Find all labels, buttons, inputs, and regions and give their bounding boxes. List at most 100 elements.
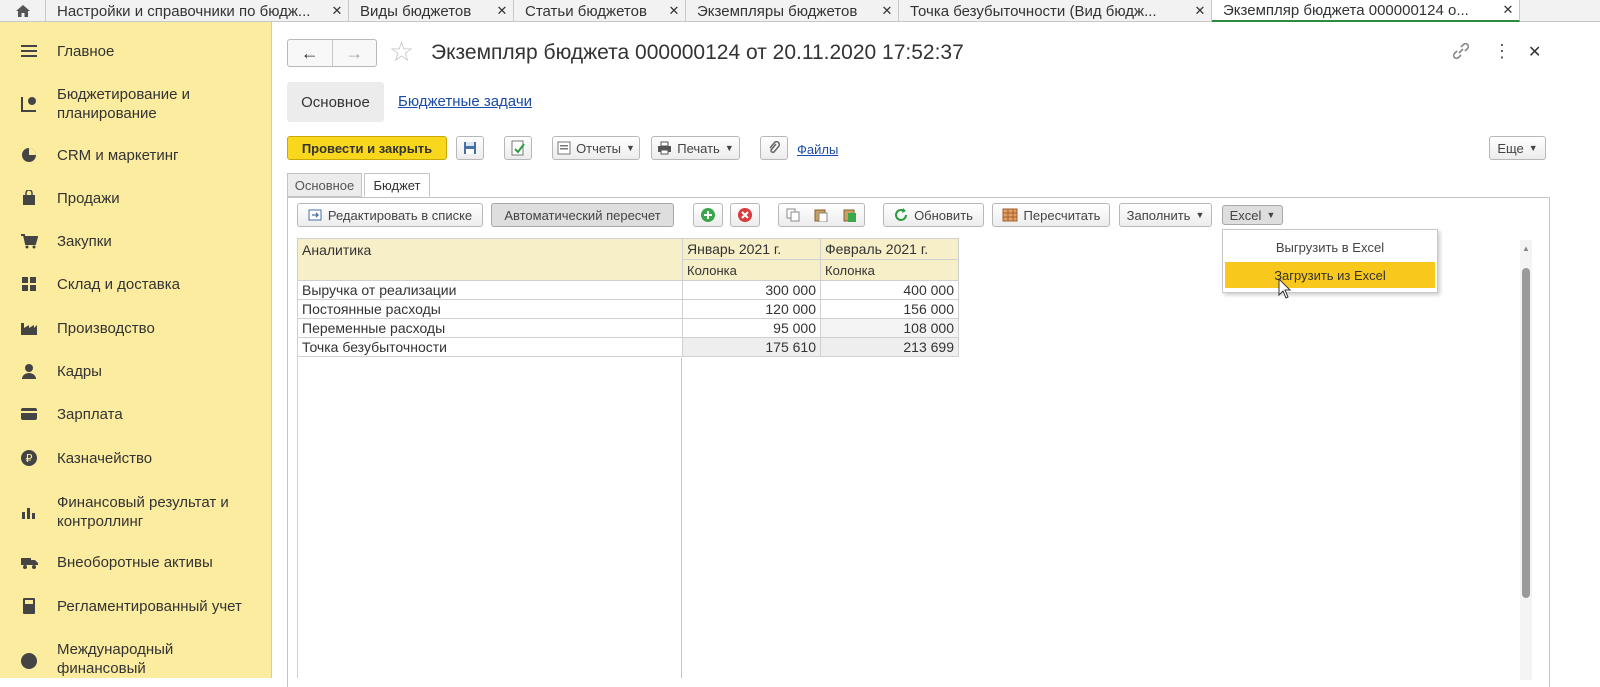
back-button[interactable]: ←	[288, 40, 333, 66]
window-tab[interactable]: Точка безубыточности (Вид бюдж... ✕	[899, 0, 1212, 22]
window-tab[interactable]: Статьи бюджетов ✕	[514, 0, 686, 22]
close-tab-icon[interactable]: ✕	[1189, 3, 1211, 19]
sidebar-item-regulated[interactable]: Регламентированный учет	[0, 587, 271, 625]
window-tab-bar: Настройки и справочники по бюдж... ✕ Виды…	[0, 0, 1600, 22]
reports-button[interactable]: Отчеты ▼	[552, 136, 640, 160]
bag-icon	[20, 189, 38, 207]
sidebar-item-international[interactable]: Международный финансовый	[0, 638, 271, 678]
edit-list-icon	[308, 209, 322, 221]
excel-button[interactable]: Excel ▼	[1222, 205, 1283, 225]
close-tab-icon[interactable]: ✕	[1497, 2, 1519, 18]
reports-icon	[557, 141, 571, 155]
sidebar-item-budgeting[interactable]: Бюджетирование и планирование	[0, 82, 271, 126]
formtab-budget-tasks[interactable]: Бюджетные задачи	[398, 93, 532, 110]
print-button[interactable]: Печать ▼	[651, 136, 740, 160]
paste-icon[interactable]	[814, 208, 828, 222]
table-row[interactable]: Выручка от реализации 300 000 400 000	[297, 280, 959, 300]
cell-value[interactable]: 108 000	[820, 318, 959, 338]
clipboard-buttons	[778, 203, 865, 227]
post-button[interactable]	[504, 136, 532, 160]
table-row[interactable]: Постоянные расходы 120 000 156 000	[297, 299, 959, 319]
cell-value[interactable]: 95 000	[682, 318, 821, 338]
refresh-icon	[895, 208, 908, 221]
menu-item-export-excel[interactable]: Выгрузить в Excel	[1223, 234, 1437, 260]
sidebar-item-purchases[interactable]: Закупки	[0, 222, 271, 260]
more-button[interactable]: Еще ▼	[1489, 136, 1546, 160]
column-subheader: Колонка	[820, 259, 959, 281]
attach-button[interactable]	[760, 136, 788, 160]
favorite-star-icon[interactable]: ☆	[389, 38, 414, 66]
edit-in-list-button[interactable]: Редактировать в списке	[297, 203, 483, 227]
table-row[interactable]: Переменные расходы 95 000 108 000	[297, 318, 959, 338]
more-icon[interactable]: ⋮	[1493, 41, 1511, 62]
post-close-button[interactable]: Провести и закрыть	[287, 136, 447, 160]
sidebar-item-warehouse[interactable]: Склад и доставка	[0, 265, 271, 303]
row-label: Точка безубыточности	[297, 337, 683, 357]
budget-icon	[20, 95, 38, 113]
cell-value[interactable]: 400 000	[820, 280, 959, 300]
page-title: Экземпляр бюджета 000000124 от 20.11.202…	[431, 41, 964, 64]
person-icon	[20, 362, 38, 380]
sidebar-item-main[interactable]: Главное	[0, 32, 271, 70]
close-tab-icon[interactable]: ✕	[876, 3, 898, 19]
window-tab[interactable]: Настройки и справочники по бюдж... ✕	[46, 0, 349, 22]
sidebar-item-salary[interactable]: Зарплата	[0, 395, 271, 433]
menu-item-import-excel[interactable]: Загрузить из Excel	[1225, 262, 1435, 288]
add-row-button[interactable]	[693, 203, 723, 227]
home-button[interactable]	[0, 0, 46, 22]
scrollbar-thumb[interactable]	[1522, 268, 1530, 598]
sidebar-item-hr[interactable]: Кадры	[0, 352, 271, 390]
row-label: Переменные расходы	[297, 318, 683, 338]
column-divider	[681, 358, 682, 678]
copy-icon[interactable]	[786, 208, 800, 222]
cell-value[interactable]: 120 000	[682, 299, 821, 319]
paperclip-icon	[769, 140, 781, 154]
cell-value[interactable]: 156 000	[820, 299, 959, 319]
mouse-cursor-icon	[1278, 278, 1292, 299]
header-analytics: Аналитика	[297, 238, 683, 281]
sidebar-item-crm[interactable]: CRM и маркетинг	[0, 136, 271, 174]
budget-table: Аналитика Январь 2021 г. Февраль 2021 г.…	[297, 238, 959, 357]
sidebar-item-financial[interactable]: Финансовый результат и контроллинг	[0, 490, 271, 534]
ruble-icon: ₽	[20, 449, 38, 467]
row-label: Выручка от реализации	[297, 280, 683, 300]
close-tab-icon[interactable]: ✕	[491, 3, 513, 19]
scroll-up-icon[interactable]: ▲	[1522, 244, 1530, 253]
paste-special-icon[interactable]	[843, 208, 857, 222]
window-tab-active[interactable]: Экземпляр бюджета 000000124 о... ✕	[1212, 0, 1520, 22]
auto-recalc-toggle[interactable]: Автоматический пересчет	[491, 203, 674, 227]
save-button[interactable]	[456, 136, 484, 160]
menu-icon	[20, 42, 38, 60]
close-tab-icon[interactable]: ✕	[663, 3, 685, 19]
home-icon	[15, 5, 30, 17]
sidebar-item-sales[interactable]: Продажи	[0, 179, 271, 217]
forward-button[interactable]: →	[333, 40, 377, 66]
truck-icon	[20, 553, 38, 571]
table-row[interactable]: Точка безубыточности 175 610 213 699	[297, 337, 959, 357]
fill-button[interactable]: Заполнить ▼	[1119, 203, 1212, 227]
factory-icon	[20, 319, 38, 337]
table-left-border	[297, 358, 298, 678]
excel-dropdown-menu: Выгрузить в Excel Загрузить из Excel	[1222, 229, 1438, 293]
warehouse-icon	[20, 275, 38, 293]
chevron-down-icon: ▼	[1266, 210, 1276, 220]
files-link[interactable]: Файлы	[797, 142, 838, 157]
close-tab-icon[interactable]: ✕	[326, 3, 348, 19]
tab-main[interactable]: Основное	[287, 173, 362, 197]
chevron-down-icon: ▼	[1195, 210, 1205, 220]
sidebar-item-assets[interactable]: Внеоборотные активы	[0, 543, 271, 581]
recalculate-button[interactable]: Пересчитать	[992, 203, 1110, 227]
window-tab[interactable]: Экземпляры бюджетов ✕	[686, 0, 899, 22]
column-subheader: Колонка	[682, 259, 821, 281]
sidebar-item-production[interactable]: Производство	[0, 309, 271, 347]
window-tab[interactable]: Виды бюджетов ✕	[349, 0, 514, 22]
link-icon[interactable]	[1451, 41, 1471, 66]
cell-value[interactable]: 300 000	[682, 280, 821, 300]
refresh-button[interactable]: Обновить	[883, 203, 984, 227]
tab-budget[interactable]: Бюджет	[364, 173, 430, 197]
formtab-main[interactable]: Основное	[287, 82, 384, 122]
delete-row-button[interactable]	[730, 203, 760, 227]
vertical-scrollbar[interactable]: ▲	[1520, 240, 1532, 680]
close-icon[interactable]: ✕	[1528, 42, 1541, 62]
sidebar-item-treasury[interactable]: ₽ Казначейство	[0, 439, 271, 477]
